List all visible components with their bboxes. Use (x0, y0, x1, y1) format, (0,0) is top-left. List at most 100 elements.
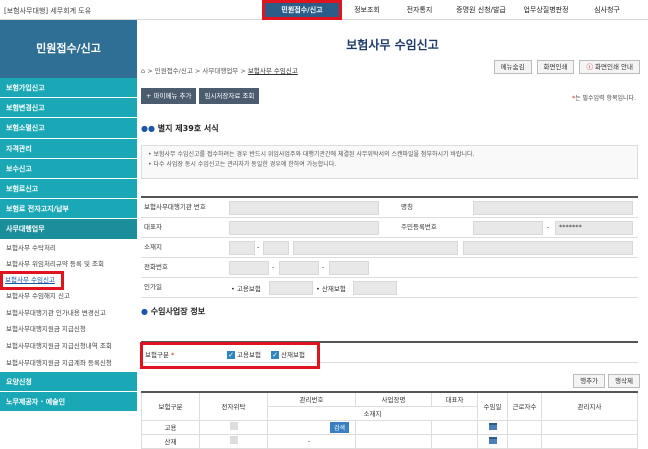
col-rep: 대표자 (431, 391, 478, 407)
biz-type-row: 보험구분 * ✓ 고용보험 ✓ 산재보험 (140, 341, 638, 369)
ind-approval-field (353, 281, 397, 295)
check-icon: ✓ (271, 351, 279, 359)
approval-label: 인가일 (144, 283, 162, 291)
table-tools: 행추가 행삭제 (573, 374, 640, 388)
table-row: 고용 검색 (141, 419, 638, 435)
branch-cell (541, 433, 638, 449)
rep-label: 대표자 (144, 223, 162, 231)
sidebar-sub-rules[interactable]: 보험사무 위임처리규약 등록 및 조회 (0, 256, 137, 273)
agency-no-field (229, 201, 379, 215)
e-trust-checkbox[interactable] (199, 419, 268, 435)
top-bar: [보험사무대행] 세무회계 도유 민원접수/신고 정보조회 전자통지 증명원 신… (0, 0, 648, 20)
temp-save-load-button[interactable]: 임시저장자료 조회 (199, 88, 260, 104)
phone-field-2 (279, 261, 319, 275)
rrn-mask: ******* (559, 223, 582, 231)
zip-front-field (229, 241, 255, 255)
nav-review[interactable]: 심사청구 (577, 0, 637, 20)
breadcrumb-current[interactable]: 보험사무 수임신고 (248, 67, 298, 75)
phone-field-3 (329, 261, 369, 275)
mgmt-no-cell: 검색 (267, 419, 356, 435)
print-guide-button[interactable]: ⓘ 화면인쇄 안내 (579, 60, 640, 74)
sidebar-sub-terminate[interactable]: 보험사무 수임해지 신고 (0, 288, 137, 305)
sidebar-sub-account[interactable]: 보험사무대행지원금 지급계좌 등록신청 (0, 355, 137, 372)
emp-ins-checkbox[interactable]: ✓ 고용보험 (227, 349, 261, 359)
required-note: *는 필수입력 항목입니다. (572, 95, 636, 102)
col-mgmt-no: 관리번호 (267, 391, 356, 407)
add-my-menu-button[interactable]: + 마이메뉴 추가 (141, 88, 197, 104)
col-biz-name: 사업장명 (355, 391, 432, 407)
sidebar-sub-trust[interactable]: 보험사무 수탁처리 (0, 240, 137, 257)
sidebar-item-premium[interactable]: 보험료신고 (0, 178, 137, 200)
ind-ins-label: • 산재보험 (316, 285, 346, 293)
rep-field (229, 221, 379, 235)
calendar-icon[interactable] (488, 422, 497, 430)
nav-notice[interactable]: 전자통지 (392, 0, 447, 20)
search-button[interactable]: 검색 (329, 421, 349, 433)
sidebar-item-artist[interactable]: 노무제공자 · 예술인 (0, 391, 137, 412)
breadcrumb-item[interactable]: 사무대행업무 (202, 67, 238, 75)
col-address: 소재지 (267, 405, 478, 421)
mgmt-no-cell: - (267, 433, 356, 449)
action-bar: + 마이메뉴 추가 임시저장자료 조회 (141, 88, 260, 104)
sidebar-sub-report[interactable]: 보험사무 수임신고 (0, 271, 64, 290)
home-icon[interactable]: ⌂ (141, 67, 145, 75)
agency-form: 보험사무대행기관 번호 명칭 대표자 주민등록번호 - ******* 소재지 … (141, 196, 638, 298)
sidebar-sub-subsidy-history[interactable]: 보험사무대행지원금 지급신청내역 조회 (0, 338, 137, 355)
agency-no-label: 보험사무대행기관 번호 (144, 203, 206, 211)
sidebar-item-cancel[interactable]: 보험소멸신고 (0, 118, 137, 139)
page-title: 보험사무 수임신고 (346, 38, 439, 52)
form-row: 보험사무대행기관 번호 명칭 (141, 198, 638, 218)
sidebar-item-agency[interactable]: 사무대행업무 (0, 219, 137, 240)
sidebar-item-wage[interactable]: 보수신고 (0, 158, 137, 179)
rrn-front-field (473, 221, 543, 235)
notice-box: • 보험사무 수임신고를 접수하려는 경우 반드시 위임사업주와 대행기관간에 … (141, 145, 638, 179)
form-row: 인가일 • 고용보험 • 산재보험 (141, 278, 638, 298)
biz-type-label: 보험구분 * (145, 351, 175, 359)
col-e-trust: 전자위탁 (199, 391, 268, 421)
sidebar-sub-license-change[interactable]: 보험사무대행기관 인가내용 변경신고 (0, 305, 137, 322)
sidebar-item-change[interactable]: 보험변경신고 (0, 98, 137, 119)
ind-ins-checkbox[interactable]: ✓ 산재보험 (271, 349, 305, 359)
workers-cell[interactable] (507, 433, 542, 449)
print-button[interactable]: 화면인쇄 (536, 60, 575, 74)
print-guide-label: 화면인쇄 안내 (595, 63, 633, 71)
workers-cell[interactable] (507, 419, 542, 435)
menu-hide-button[interactable]: 메뉴숨김 (493, 60, 532, 74)
main-content: 보험사무 수임신고 ⌂ > 민원접수/신고 > 사무대행업무 > 보험사무 수임… (137, 20, 648, 449)
biz-name-cell (355, 433, 432, 449)
nav-civil-apply[interactable]: 민원접수/신고 (262, 0, 342, 20)
addr-detail-field (463, 241, 633, 255)
col-workers: 근로자수 (507, 391, 542, 421)
emp-approval-field (269, 281, 313, 295)
breadcrumb: ⌂ > 민원접수/신고 > 사무대행업무 > 보험사무 수임신고 (141, 67, 298, 75)
delete-row-button[interactable]: 행삭제 (608, 374, 640, 388)
emp-ins-label: • 고용보험 (231, 285, 261, 293)
e-trust-checkbox[interactable] (199, 433, 268, 449)
branch-cell (541, 419, 638, 435)
col-branch: 관리지사 (541, 391, 638, 421)
add-row-button[interactable]: 행추가 (573, 374, 606, 388)
nav-certificate[interactable]: 증명원 신청/발급 (447, 0, 515, 20)
phone-field-1 (229, 261, 269, 275)
sidebar-item-epay[interactable]: 보험료 전자고지/납부 (0, 199, 137, 220)
nav-disease[interactable]: 업무상질병판정 (515, 0, 577, 20)
sidebar-item-care[interactable]: 요양신청 (0, 371, 137, 392)
sidebar-item-join[interactable]: 보험가입신고 (0, 78, 137, 99)
date-cell (477, 433, 508, 449)
rep-cell (431, 433, 478, 449)
notice-line: • 보험사무 수임신고를 접수하려는 경우 반드시 위임사업주와 대행기관간에 … (148, 151, 475, 158)
date-cell (477, 419, 508, 435)
check-icon: ✓ (227, 351, 235, 359)
breadcrumb-item[interactable]: 민원접수/신고 (155, 67, 193, 75)
sidebar-sub-subsidy[interactable]: 보험사무대행지원금 지급신청 (0, 321, 137, 338)
notice-line: • 다수 사업장 동시 수임신고는 관리자가 동일한 경우에 한하여 가능합니다… (148, 161, 337, 169)
form-row: 대표자 주민등록번호 - ******* (141, 218, 638, 238)
name-label: 명칭 (401, 203, 413, 211)
row-type: 고용 (141, 419, 200, 435)
sidebar-item-qualification[interactable]: 자격관리 (0, 138, 137, 159)
calendar-icon[interactable] (488, 436, 497, 444)
row-type: 산재 (141, 433, 200, 449)
top-nav: 민원접수/신고 정보조회 전자통지 증명원 신청/발급 업무상질병판정 심사청구 (262, 0, 637, 20)
org-name: [보험사무대행] 세무회계 도유 (4, 7, 92, 15)
nav-info[interactable]: 정보조회 (342, 0, 392, 20)
